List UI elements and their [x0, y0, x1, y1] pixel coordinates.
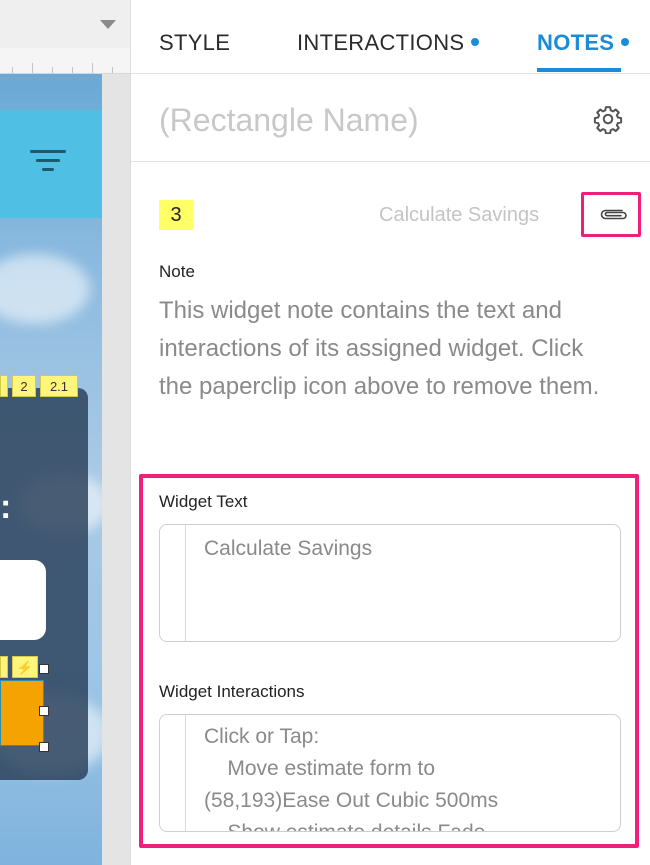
- note-body[interactable]: This widget note contains the text and i…: [159, 292, 619, 406]
- widget-text-label: Widget Text: [159, 492, 248, 511]
- horizontal-ruler: [0, 48, 130, 74]
- assigned-widget-title: Calculate Savings: [379, 204, 540, 226]
- gear-icon[interactable]: [593, 104, 623, 134]
- interactions-line: Move estimate form to: [204, 757, 436, 780]
- active-tab-underline: [537, 68, 621, 72]
- note-label: Note: [159, 262, 195, 281]
- lightning-icon: ⚡: [12, 656, 38, 678]
- note-badge-partial: [0, 375, 8, 397]
- interactions-line: (58,193)Ease Out Cubic 500ms: [204, 789, 499, 812]
- widget-interactions-label: Widget Interactions: [159, 682, 305, 701]
- calculate-savings-widget[interactable]: [0, 680, 44, 746]
- panel-splitter[interactable]: [102, 74, 130, 865]
- inspector-tabbar: STYLE INTERACTIONS NOTES: [131, 0, 650, 74]
- paperclip-button[interactable]: [581, 192, 641, 237]
- inspector-panel: STYLE INTERACTIONS NOTES (Rectangle Name…: [130, 0, 650, 865]
- field-gutter: [160, 715, 186, 831]
- tab-indicator-dot: [621, 38, 630, 47]
- tab-style[interactable]: STYLE: [159, 30, 230, 56]
- form-input-field[interactable]: [0, 560, 46, 640]
- toolbar-dropdown-icon[interactable]: [100, 20, 116, 29]
- interactions-line: Show estimate details Fade: [204, 817, 485, 831]
- note-number-badge: 3: [159, 200, 193, 230]
- tab-notes[interactable]: NOTES: [537, 30, 630, 56]
- interactions-line: Click or Tap:: [204, 725, 320, 748]
- note-badge-partial: [0, 656, 8, 678]
- resize-handle[interactable]: [39, 706, 49, 716]
- filter-icon[interactable]: [30, 150, 70, 176]
- tab-indicator-dot: [471, 38, 480, 47]
- form-label-glyph: :: [0, 488, 12, 526]
- tab-interactions[interactable]: INTERACTIONS: [297, 30, 480, 56]
- widget-interactions-field[interactable]: Click or Tap: Move estimate form to (58,…: [159, 714, 621, 832]
- field-gutter: [160, 525, 186, 641]
- widget-name-input[interactable]: (Rectangle Name): [159, 102, 419, 139]
- widget-name-row: (Rectangle Name): [131, 74, 650, 162]
- widget-text-value: Calculate Savings: [204, 537, 373, 560]
- paperclip-icon: [600, 209, 627, 220]
- toolbar-strip: [0, 0, 130, 48]
- tab-label: STYLE: [159, 30, 231, 55]
- note-badge: 2: [12, 375, 36, 397]
- widget-text-field[interactable]: Calculate Savings: [159, 524, 621, 642]
- resize-handle[interactable]: [39, 664, 49, 674]
- tab-label: INTERACTIONS: [297, 30, 465, 55]
- resize-handle[interactable]: [39, 742, 49, 752]
- tab-label: NOTES: [537, 30, 615, 55]
- note-badge: 2.1: [40, 375, 78, 397]
